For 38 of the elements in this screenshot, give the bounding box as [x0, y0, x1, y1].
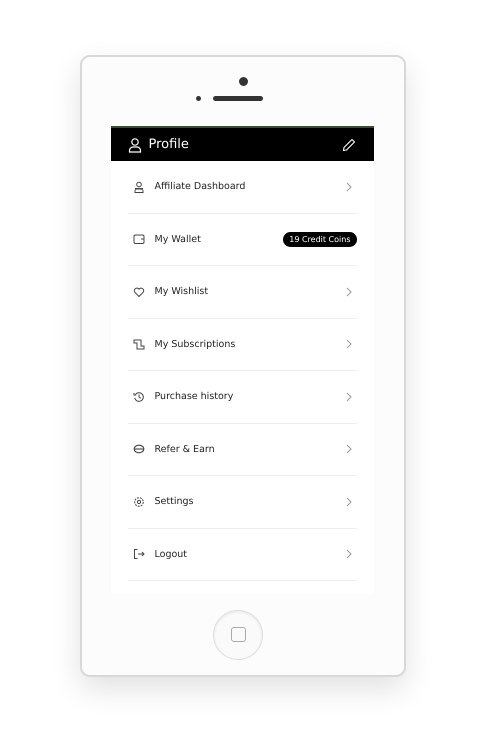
chevron-right-icon: [346, 392, 352, 402]
menu-item[interactable]: My Wishlist: [128, 266, 356, 318]
chevron-right-icon: [346, 339, 352, 350]
badge-person-icon: [132, 180, 144, 193]
camera-dot: [238, 77, 248, 86]
chevron-right-icon: [346, 496, 352, 507]
menu-label: Affiliate Dashboard: [154, 181, 246, 192]
chevron-right-icon: [346, 549, 352, 560]
menu-item[interactable]: Logout: [128, 528, 356, 581]
menu-item[interactable]: My Subscriptions: [128, 318, 356, 371]
menu-label: My Wishlist: [154, 286, 210, 298]
menu-item[interactable]: My Wallet 19 Credit Coins: [128, 214, 356, 266]
settings-icon: [132, 496, 144, 508]
sensor-dot: [196, 96, 200, 101]
chevron-right-icon: [346, 182, 352, 192]
wallet-icon: [132, 233, 144, 246]
menu-item[interactable]: Refer & Earn: [128, 424, 356, 476]
home-square-icon: [230, 627, 246, 642]
edit-icon[interactable]: [342, 138, 356, 152]
speaker-grille: [212, 96, 262, 101]
menu-item[interactable]: Settings: [128, 476, 356, 528]
history-icon: [132, 390, 144, 403]
menu-label: Purchase history: [154, 391, 234, 402]
credit-badge: 19 Credit Coins: [283, 232, 356, 247]
menu-label: Settings: [154, 496, 194, 508]
chevron-right-icon: [346, 286, 352, 297]
user-icon: [126, 136, 142, 152]
menu-label: Refer & Earn: [154, 444, 216, 455]
menu-label: My Wallet: [154, 234, 202, 245]
menu-label: My Subscriptions: [154, 338, 236, 350]
coin-icon: [132, 443, 144, 456]
menu-item[interactable]: Affiliate Dashboard: [128, 161, 356, 214]
menu-item[interactable]: Purchase history: [128, 371, 356, 424]
menu-label: Logout: [154, 548, 188, 560]
chevron-right-icon: [346, 444, 352, 454]
header-title: Profile: [148, 137, 190, 152]
logout-icon: [132, 548, 144, 560]
heart-icon: [132, 286, 144, 298]
